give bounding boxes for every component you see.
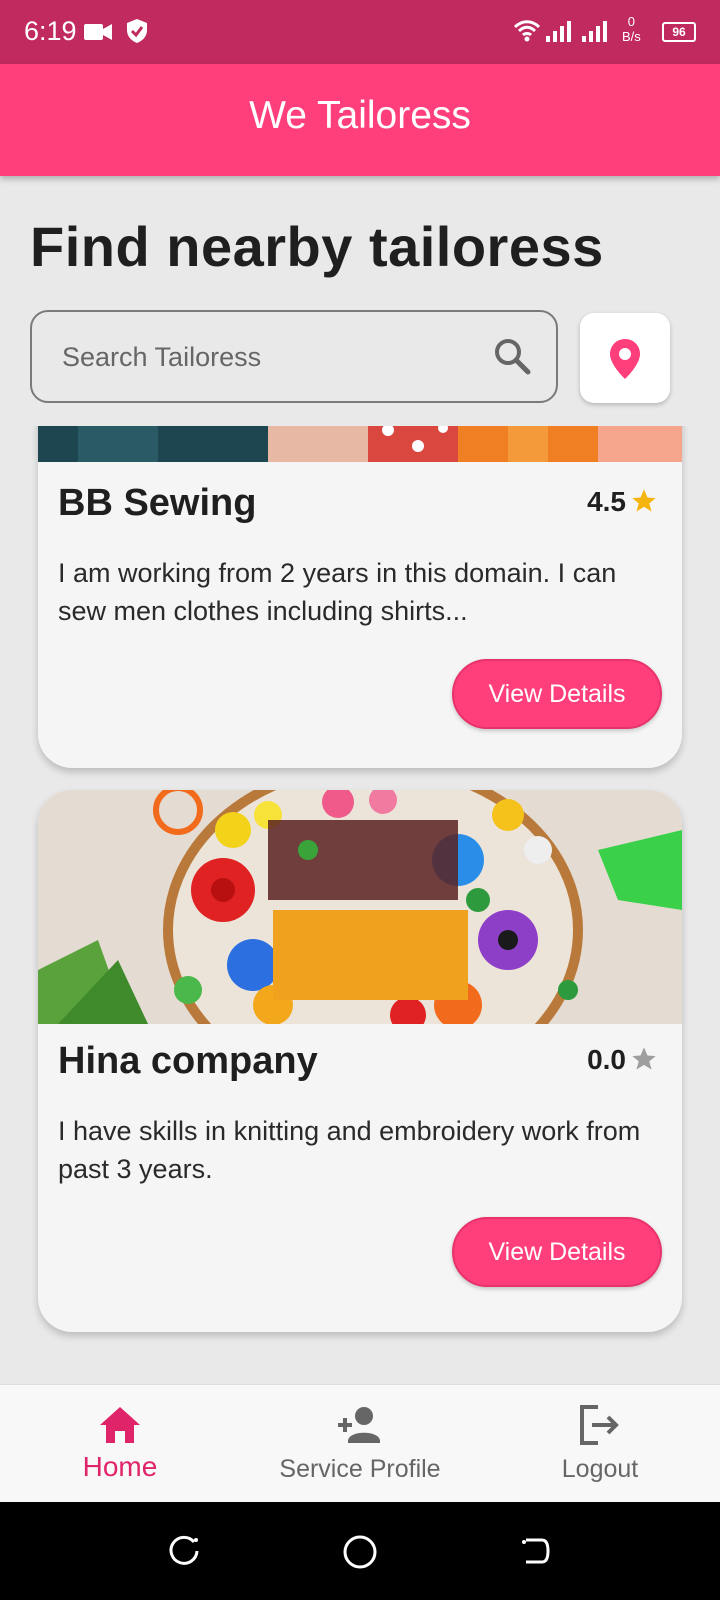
signal-icon [546,21,571,42]
nav-label: Service Profile [279,1455,441,1483]
bottom-navigation: Home Service Profile Logout [0,1384,720,1503]
location-pin-icon [610,339,640,379]
tailor-description: I have skills in knitting and embroidery… [58,1116,641,1184]
view-details-button[interactable]: View Details [452,1217,662,1287]
home-circle-icon[interactable] [342,1534,378,1570]
video-call-icon [84,24,112,40]
search-box [30,310,558,403]
tailor-rating: 4.5 [587,486,658,518]
wifi-icon [514,20,540,42]
tailor-card-image [38,790,682,1024]
tailor-card: Hina company 0.0 I have skills in knitti… [38,790,682,1332]
page-title: Find nearby tailoress [30,215,604,278]
tailor-list[interactable]: BB Sewing 4.5 I am working from 2 years … [0,426,720,1384]
app-title: We Tailoress [249,94,471,137]
recent-apps-icon[interactable] [168,1534,202,1568]
location-button[interactable] [580,313,670,403]
status-bar: 6:19 0 B/s 96 [0,0,720,64]
nav-item-service-profile[interactable]: Service Profile [240,1385,480,1503]
shield-icon [127,19,147,43]
person-add-icon [338,1407,380,1443]
nav-label: Logout [561,1455,639,1483]
tailor-description: I am working from 2 years in this domain… [58,558,617,626]
nav-label: Home [82,1451,158,1482]
signal-icon [582,21,607,42]
star-icon [632,489,656,512]
logout-icon [580,1405,619,1445]
home-icon [100,1407,140,1443]
tailor-name: Hina company [58,1040,318,1082]
view-details-button[interactable]: View Details [452,659,662,729]
search-input[interactable] [60,334,484,380]
app-bar: We Tailoress [0,64,720,176]
back-icon[interactable] [518,1534,552,1568]
status-time: 6:19 [24,16,77,46]
tailor-name: BB Sewing [58,482,257,524]
tailor-card-image [38,426,682,462]
system-navigation-bar [0,1502,720,1600]
network-speed: 0 B/s [622,14,641,44]
tailor-card: BB Sewing 4.5 I am working from 2 years … [38,426,682,768]
nav-item-home[interactable]: Home [0,1385,240,1503]
tailor-rating: 0.0 [587,1044,658,1076]
battery-indicator: 96 [662,22,696,42]
star-icon [632,1047,656,1070]
search-icon[interactable] [492,336,532,376]
nav-item-logout[interactable]: Logout [480,1385,720,1503]
